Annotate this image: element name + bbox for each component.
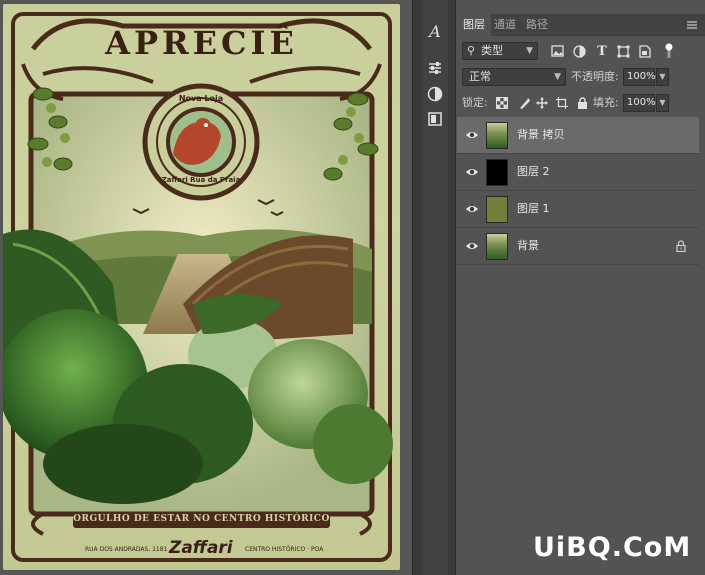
chevron-down-icon: ▼ [526, 46, 533, 56]
opacity-label: 不透明度: [571, 70, 619, 83]
watermark: UiBQ.CoM [533, 532, 692, 563]
lock-icon [675, 240, 687, 253]
layer-row-layer-2[interactable]: 图层 2 [457, 154, 699, 191]
layer-row-background-copy[interactable]: 背景 拷贝 [457, 117, 699, 154]
paths-icon[interactable] [424, 108, 446, 130]
layer-name: 图层 2 [517, 165, 550, 178]
poster-banner-text: ORGULHO DE ESTAR NO CENTRO HISTÓRICO [73, 514, 330, 524]
poster-title: APRECIÊ [105, 24, 298, 62]
filter-pixel-icon[interactable] [549, 43, 565, 59]
lock-position-icon[interactable] [535, 95, 549, 111]
lock-pixels-icon[interactable] [517, 95, 531, 111]
tab-paths[interactable]: 路径 [520, 14, 554, 36]
lock-artboard-icon[interactable] [555, 95, 569, 111]
blend-mode-label: 正常 [469, 70, 491, 83]
eye-icon[interactable] [465, 202, 479, 216]
filter-row: ⚲ 类型 ▼ T [457, 40, 705, 62]
color-circle-icon[interactable] [424, 83, 446, 105]
lock-transparent-icon[interactable] [495, 95, 509, 111]
filter-shape-icon[interactable] [615, 43, 631, 59]
tool-column: A [412, 0, 456, 575]
eye-icon[interactable] [465, 128, 479, 142]
footer-left-text: RUA DOS ANDRADAS, 1181 [85, 546, 168, 553]
layer-thumbnail [486, 122, 508, 149]
filter-type-icon[interactable]: T [594, 43, 610, 59]
tab-layers[interactable]: 图层 [457, 14, 491, 36]
opacity-slider-toggle[interactable]: ▼ [656, 68, 669, 86]
lock-row: 锁定: 填充: 100% ▼ [457, 92, 705, 114]
filter-smart-object-icon[interactable] [637, 43, 653, 59]
seal-bottom-text: Zaffari Rua da Praia [161, 176, 241, 184]
blend-row: 正常 ▼ 不透明度: 100% ▼ [457, 66, 705, 88]
type-tool-icon[interactable]: A [424, 20, 446, 42]
adjustments-icon[interactable] [424, 57, 446, 79]
seal-top-text: Nova Loja [178, 94, 224, 103]
fill-label: 填充: [593, 96, 619, 109]
layer-row-layer-1[interactable]: 图层 1 [457, 191, 699, 228]
eye-icon[interactable] [465, 165, 479, 179]
fill-input[interactable]: 100% [623, 94, 656, 112]
layer-thumbnail [486, 196, 508, 223]
eye-icon[interactable] [465, 239, 479, 253]
blend-mode-select[interactable]: 正常 ▼ [462, 68, 566, 86]
panel-tabs: 图层 通道 路径 [457, 14, 705, 36]
brand-logo: Zaffari [169, 538, 233, 558]
filter-adjustment-icon[interactable] [571, 43, 587, 59]
lock-all-icon[interactable] [575, 95, 589, 111]
poster-artwork: APRECIÊ Nova Loja Zaffari Rua da Praia O… [3, 4, 400, 570]
layers-panel: 图层 通道 路径 ⚲ 类型 ▼ T 正常 ▼ 不透明度: 100% ▼ 锁定: … [457, 0, 705, 575]
opacity-input[interactable]: 100% [623, 68, 656, 86]
lock-label: 锁定: [462, 96, 488, 109]
layer-row-background[interactable]: 背景 [457, 228, 699, 265]
layer-thumbnail [486, 233, 508, 260]
tab-channels[interactable]: 通道 [488, 14, 522, 36]
fill-slider-toggle[interactable]: ▼ [656, 94, 669, 112]
layer-thumbnail [486, 159, 508, 186]
panel-menu-icon[interactable] [685, 18, 699, 32]
filter-toggle-icon[interactable] [661, 43, 677, 59]
footer-right-text: CENTRO HISTÓRICO · POA [245, 546, 324, 553]
search-icon: ⚲ [467, 44, 476, 57]
poster-illustration [3, 12, 393, 562]
layer-name: 背景 拷贝 [517, 128, 565, 141]
canvas-area[interactable]: APRECIÊ Nova Loja Zaffari Rua da Praia O… [0, 0, 412, 575]
filter-kind-select[interactable]: ⚲ 类型 ▼ [462, 42, 538, 60]
layer-name: 背景 [517, 239, 539, 252]
layer-name: 图层 1 [517, 202, 550, 215]
filter-kind-label: 类型 [481, 44, 503, 57]
photoshop-window: APRECIÊ Nova Loja Zaffari Rua da Praia O… [0, 0, 705, 575]
chevron-down-icon: ▼ [554, 72, 561, 82]
